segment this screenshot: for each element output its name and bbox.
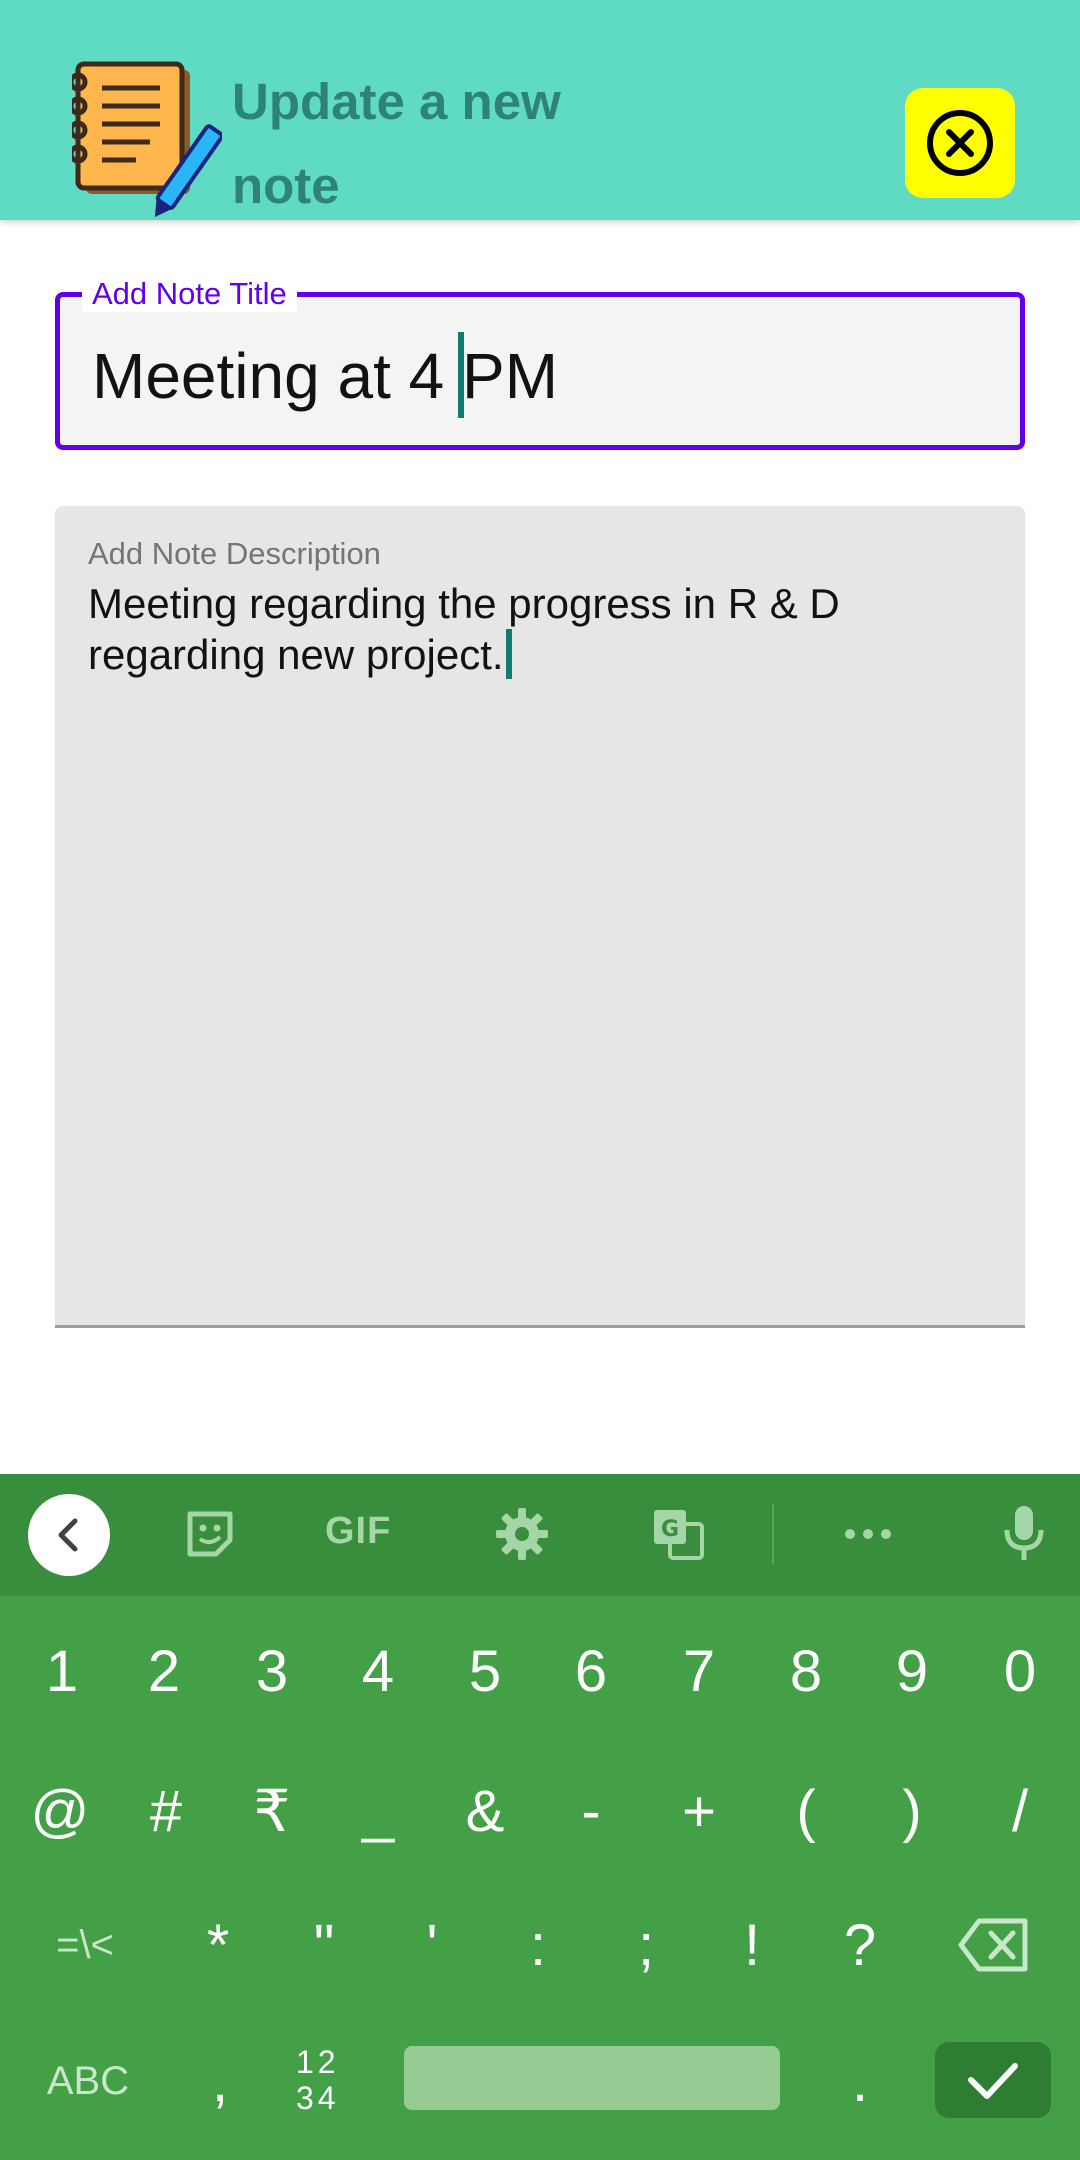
description-text: Meeting regarding the progress in R & D …: [88, 580, 840, 678]
key-question[interactable]: ?: [806, 1878, 914, 2012]
keyboard-row-more-symbols: =\< * " ' : ; ! ?: [0, 1878, 1080, 2012]
key-asterisk[interactable]: *: [164, 1878, 272, 2012]
app-header: Update a new note: [0, 0, 1080, 220]
key-close-paren[interactable]: ): [858, 1744, 966, 1878]
key-single-quote[interactable]: ': [378, 1878, 486, 2012]
note-title-input[interactable]: Meeting at 4 PM: [92, 336, 558, 416]
key-4[interactable]: 4: [324, 1604, 432, 1738]
close-circle-icon: [927, 110, 993, 176]
key-colon[interactable]: :: [484, 1878, 592, 2012]
enter-key[interactable]: [935, 2042, 1051, 2118]
text-cursor: [505, 629, 512, 679]
key-9[interactable]: 9: [858, 1604, 966, 1738]
notebook-pencil-icon: [72, 61, 222, 218]
page-title: Update a new note: [232, 73, 561, 214]
key-6[interactable]: 6: [537, 1604, 645, 1738]
key-open-paren[interactable]: (: [752, 1744, 860, 1878]
key-at[interactable]: @: [6, 1744, 114, 1878]
numpad-key[interactable]: 12 34: [296, 2044, 340, 2116]
key-comma[interactable]: ,: [166, 2014, 274, 2148]
keyboard-row-digits: 1 2 3 4 5 6 7 8 9 0: [0, 1604, 1080, 1738]
close-button[interactable]: [905, 88, 1015, 198]
key-slash[interactable]: /: [966, 1744, 1074, 1878]
key-underscore[interactable]: _: [324, 1744, 432, 1878]
sticker-button[interactable]: [180, 1504, 240, 1564]
gif-button[interactable]: GIF: [325, 1510, 391, 1553]
numpad-key-top: 12: [296, 2044, 340, 2080]
gear-icon: [496, 1508, 548, 1560]
key-plus[interactable]: +: [645, 1744, 753, 1878]
numpad-key-bottom: 34: [296, 2080, 340, 2116]
key-7[interactable]: 7: [645, 1604, 753, 1738]
key-hash[interactable]: #: [112, 1744, 220, 1878]
abc-key[interactable]: ABC: [28, 2014, 148, 2148]
keyboard-toolbar: GIF G: [0, 1474, 1080, 1596]
toolbar-divider: [772, 1504, 774, 1564]
key-1[interactable]: 1: [8, 1604, 116, 1738]
translate-icon: G: [654, 1510, 704, 1560]
key-double-quote[interactable]: ": [270, 1878, 378, 2012]
key-5[interactable]: 5: [431, 1604, 539, 1738]
text-cursor: [458, 332, 464, 418]
note-description-label: Add Note Description: [88, 536, 381, 571]
microphone-icon: [1004, 1506, 1044, 1560]
key-more-symbols[interactable]: =\<: [30, 1878, 140, 2012]
key-minus[interactable]: -: [537, 1744, 645, 1878]
sticker-icon: [187, 1511, 233, 1557]
backspace-key[interactable]: [940, 1878, 1048, 2012]
more-horizontal-icon: [845, 1529, 891, 1539]
keyboard-back-button[interactable]: [28, 1494, 110, 1576]
title-text-before-cursor: Meeting at 4: [92, 340, 445, 412]
translate-button[interactable]: G: [648, 1504, 708, 1564]
checkmark-icon: [968, 2063, 1018, 2099]
note-description-input[interactable]: Meeting regarding the progress in R & D …: [88, 578, 1008, 680]
backspace-icon: [958, 1918, 1028, 1972]
key-ampersand[interactable]: &: [431, 1744, 539, 1878]
key-0[interactable]: 0: [966, 1604, 1074, 1738]
soft-keyboard: GIF G 1 2 3 4 5 6 7 8 9 0 @ # ₹ _ & - + …: [0, 1474, 1080, 2160]
note-title-label: Add Note Title: [82, 276, 297, 312]
key-2[interactable]: 2: [110, 1604, 218, 1738]
keyboard-settings-button[interactable]: [492, 1504, 552, 1564]
key-semicolon[interactable]: ;: [592, 1878, 700, 2012]
key-8[interactable]: 8: [752, 1604, 860, 1738]
key-period[interactable]: .: [806, 2014, 914, 2148]
key-exclamation[interactable]: !: [698, 1878, 806, 2012]
keyboard-row-symbols: @ # ₹ _ & - + ( ) /: [0, 1744, 1080, 1878]
key-3[interactable]: 3: [218, 1604, 326, 1738]
voice-input-button[interactable]: [994, 1504, 1054, 1564]
more-options-button[interactable]: [838, 1504, 898, 1564]
key-rupee[interactable]: ₹: [218, 1744, 326, 1878]
svg-text:G: G: [661, 1517, 679, 1542]
chevron-left-icon: [58, 1518, 78, 1552]
space-bar[interactable]: [404, 2046, 780, 2110]
